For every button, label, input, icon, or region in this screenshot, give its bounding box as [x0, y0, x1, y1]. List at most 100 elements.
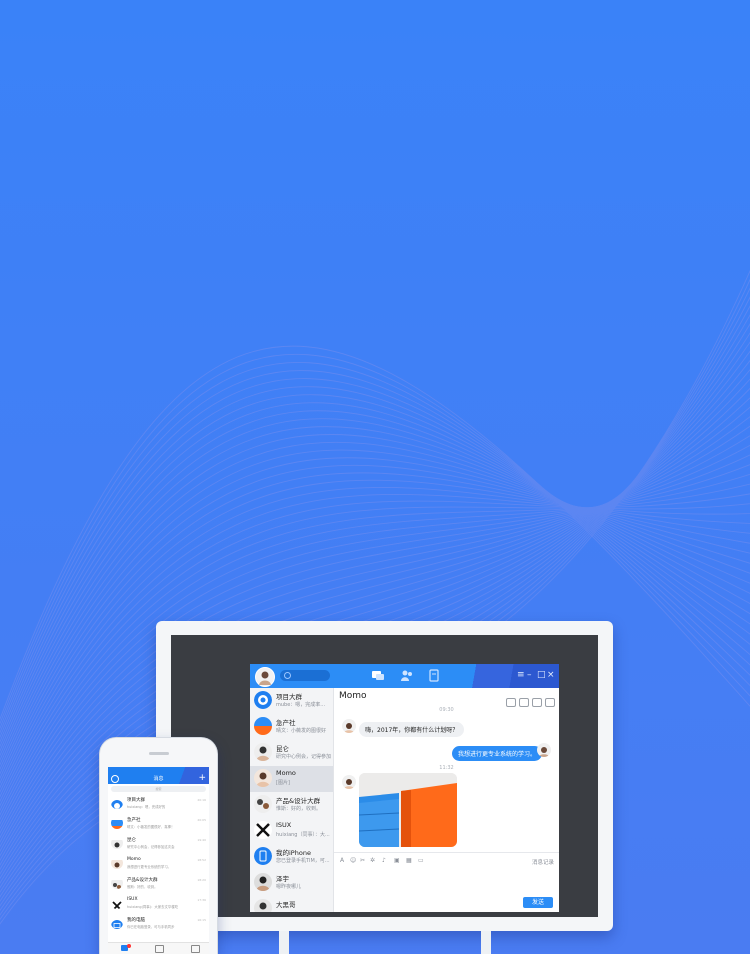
item-name: 我的电脑 — [127, 918, 145, 923]
conversation-name: 项目大群 — [276, 693, 302, 701]
phone-header: 消息 + — [108, 767, 209, 784]
conversation-preview: mube：嗯，完成率... — [276, 702, 326, 708]
group-icon — [111, 817, 123, 829]
font-icon[interactable]: A — [340, 857, 344, 864]
minimize-button[interactable]: – — [527, 669, 532, 681]
contact-avatar[interactable] — [342, 775, 356, 789]
list-item[interactable]: 项目大群 huixiang：嗯，完成好的 20:16 — [108, 796, 209, 811]
voice-call-icon[interactable] — [506, 698, 516, 707]
item-name: 昆仑 — [127, 838, 136, 843]
conversation-preview: 嗯昨夜哪儿 — [276, 884, 302, 890]
conversation-item[interactable]: 急产社 晴文：小薇发的图很好 — [250, 714, 333, 740]
item-preview: huixiang：嗯，完成好的 — [127, 805, 166, 809]
list-item[interactable]: ISUX huixiang(同事)：大家去文华楼吃 17:36 — [108, 896, 209, 911]
chat-title: Momo — [339, 691, 367, 701]
conversation-preview: 您已登录手机TIM，可... — [276, 858, 330, 864]
list-item[interactable]: 急产社 晴文：小薇发的图很好，真棒！ 20:05 — [108, 816, 209, 831]
item-name: 急产社 — [127, 818, 141, 823]
conversation-item[interactable]: 我的iPhone 您已登录手机TIM，可... — [250, 844, 333, 870]
photo-icon[interactable]: ▦ — [406, 857, 412, 864]
maximize-button[interactable]: □ — [537, 669, 546, 681]
list-item[interactable]: 我的电脑 你已在电脑登录，可与手机同步 16:15 — [108, 916, 209, 931]
list-item[interactable]: 产品&设计大群 惟斯：好的，收到。 18:20 — [108, 876, 209, 891]
conversation-preview: 惟斯：好的，收到。 — [276, 806, 322, 812]
group-icon — [111, 877, 123, 889]
item-time: 16:15 — [197, 918, 206, 922]
item-time: 18:20 — [197, 878, 206, 882]
item-name: ISUX — [127, 897, 138, 902]
conversation-item[interactable]: 项目大群 mube：嗯，完成率... — [250, 688, 333, 714]
my-chat-avatar[interactable] — [537, 743, 551, 757]
conversation-name: Momo — [276, 769, 296, 777]
image-icon[interactable]: ▣ — [394, 857, 400, 864]
conversation-item[interactable]: 泽宇 嗯昨夜哪儿 — [250, 870, 333, 896]
user-avatar — [254, 899, 272, 912]
contacts-icon[interactable] — [400, 669, 414, 682]
conversation-item-selected[interactable]: Momo [图片] — [250, 766, 333, 792]
conversation-list: 项目大群 mube：嗯，完成率... 急产社 晴文：小薇发的图很好 昆仑 研究中… — [250, 688, 334, 912]
scissors-icon[interactable]: ✂ — [360, 857, 365, 864]
group-icon — [254, 691, 272, 709]
item-name: 产品&设计大群 — [127, 878, 158, 883]
item-preview: 研究中心例会，记得参加这次会 — [127, 845, 175, 849]
conversation-preview: huixiang（同事）：大... — [276, 832, 330, 838]
user-avatar — [111, 837, 123, 849]
item-preview: 惟斯：好的，收到。 — [127, 885, 158, 889]
menu-icon[interactable]: ≡ — [517, 669, 525, 681]
send-button[interactable]: 发送 — [523, 897, 553, 908]
conversation-item[interactable]: ISUX huixiang（同事）：大... — [250, 818, 333, 844]
phone-title: 消息 — [153, 776, 164, 782]
history-link[interactable]: 消息记录 — [532, 858, 554, 866]
conversation-name: 我的iPhone — [276, 849, 311, 857]
conversation-item[interactable]: 产品&设计大群 惟斯：好的，收到。 — [250, 792, 333, 818]
item-time: 19:40 — [197, 838, 206, 842]
search-icon — [284, 672, 291, 679]
contact-avatar[interactable] — [342, 719, 356, 733]
conversation-preview: 晴文：小薇发的图很好 — [276, 728, 327, 734]
gear-icon[interactable]: ✲ — [370, 857, 375, 864]
tab-contacts[interactable] — [155, 945, 164, 953]
list-item[interactable]: Momo 我想进行更专业系统的学习。 18:52 — [108, 856, 209, 871]
message-composer[interactable]: A ☺ ✂ ✲ ♪ ▣ ▦ ▭ 消息记录 发送 — [334, 852, 559, 912]
monitor-leg — [279, 931, 289, 954]
chat-icon[interactable] — [371, 669, 385, 682]
settings-icon[interactable] — [545, 698, 555, 707]
conversation-item[interactable]: 大黑哥 — [250, 896, 333, 912]
conversation-name: 泽宇 — [276, 875, 289, 883]
folder-icon[interactable]: ▭ — [418, 857, 424, 864]
list-item[interactable]: 昆仑 研究中心例会，记得参加这次会 19:40 — [108, 836, 209, 851]
desktop-app-window: ≡ – □ × 项目大群 mube：嗯，完成率... 急产社 晴文：小薇发的图很… — [250, 664, 559, 912]
user-avatar — [254, 743, 272, 761]
app-titlebar: ≡ – □ × — [250, 664, 559, 688]
search-box[interactable] — [280, 670, 330, 681]
emoji-icon[interactable]: ☺ — [350, 857, 356, 864]
item-preview: huixiang(同事)：大家去文华楼吃 — [127, 905, 179, 909]
conversation-item[interactable]: 昆仑 研究中心例会，记得参加 — [250, 740, 333, 766]
message-outgoing: 我想进行更专业系统的学习。 — [452, 746, 543, 761]
phone-icon — [254, 847, 272, 865]
monitor-leg — [481, 931, 491, 954]
user-avatar — [254, 873, 272, 891]
conversation-preview: 研究中心例会，记得参加 — [276, 754, 331, 760]
tab-files[interactable] — [191, 945, 200, 953]
microphone-icon[interactable]: ♪ — [382, 857, 386, 864]
mobile-phone: 消息 + 搜索 项目大群 huixiang：嗯，完成好的 20:16 急产社 晴… — [100, 738, 217, 954]
timestamp: 11:32 — [439, 765, 454, 771]
item-preview: 晴文：小薇发的图很好，真棒！ — [127, 825, 175, 829]
video-call-icon[interactable] — [519, 698, 529, 707]
close-button[interactable]: × — [547, 669, 555, 681]
screen-share-icon[interactable] — [532, 698, 542, 707]
conversation-preview: [图片] — [276, 780, 290, 786]
item-time: 20:16 — [197, 798, 206, 802]
image-message[interactable] — [359, 773, 457, 847]
add-icon[interactable]: + — [198, 773, 206, 783]
my-avatar[interactable] — [255, 667, 275, 687]
isux-logo — [254, 821, 272, 839]
timestamp: 09:30 — [439, 707, 454, 713]
files-icon[interactable] — [427, 669, 441, 682]
group-icon — [254, 717, 272, 735]
monitor-screen: ≡ – □ × 项目大群 mube：嗯，完成率... 急产社 晴文：小薇发的图很… — [171, 635, 598, 917]
user-avatar — [111, 857, 123, 869]
phone-search[interactable]: 搜索 — [111, 786, 206, 792]
item-time: 17:36 — [197, 898, 206, 902]
